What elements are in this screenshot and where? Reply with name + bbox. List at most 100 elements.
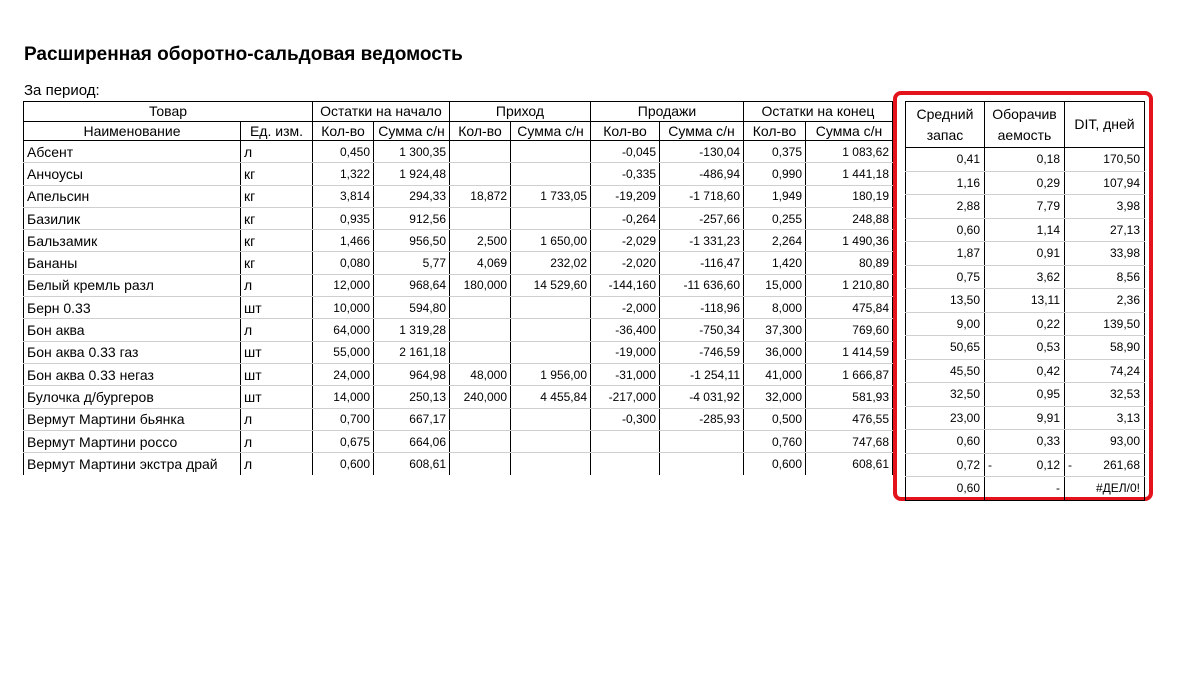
cell-unit: кг [240,162,313,186]
cell-value: 9,91 [1036,410,1060,425]
cell-sales-sum [659,452,744,475]
cell-sales-qty: -19,209 [590,185,660,208]
cell-income-sum [510,140,591,164]
cell-closing-qty: 2,264 [743,229,806,253]
metrics-row: 45,50 0,42 74,24 [905,359,1145,383]
table-row: Булочка д/бургеров шт 14,000 250,13 240,000 4… [23,385,893,409]
cell-value: 3,62 [1036,269,1060,284]
cell-closing-sum: 1 490,36 [805,229,893,253]
header-closing-sum: Сумма с/н [805,120,893,141]
cell-income-qty [449,162,511,186]
cell-income-sum: 1 956,00 [510,363,591,387]
cell-dit: #ДЕЛ/0! [1064,476,1145,501]
cell-value: 0,60 [956,222,980,237]
cell-dit: 27,13 [1064,218,1145,242]
metrics-row: 13,50 13,11 2,36 [905,288,1145,313]
cell-income-qty [449,452,511,475]
cell-turnover: - 0,12 [984,453,1065,477]
table-row: Вермут Мартини бьянка л 0,700 667,17 -0,300-… [23,408,893,431]
header-turnover-line2: аемость [997,126,1052,143]
cell-unit: л [240,452,313,475]
cell-opening-qty: 1,322 [312,162,374,186]
cell-dit: 107,94 [1064,171,1145,195]
cell-closing-sum: 581,93 [805,385,893,409]
cell-name: Бон аква 0.33 негаз [23,363,241,387]
metrics-row: 0,72-0,12-261,68 [905,453,1145,477]
cell-income-sum: 232,02 [510,251,591,275]
cell-sales-qty: -2,029 [590,229,660,253]
header-row-groups: Товар Остатки на начало Приход Продажи О… [23,101,893,122]
cell-opening-qty: 55,000 [312,341,374,364]
metrics-row: 23,00 9,91 3,13 [905,406,1145,430]
cell-unit: кг [240,251,313,275]
cell-value: 23,00 [949,410,980,425]
cell-name: Бон аква 0.33 газ [23,341,241,364]
cell-income-qty [449,296,511,320]
cell-turnover: 0,95 [984,382,1065,407]
cell-value: 0,18 [1036,152,1060,167]
cell-sales-sum: -118,96 [659,296,744,320]
header-opening-qty: Кол-во [312,120,374,141]
cell-closing-qty: 0,990 [743,162,806,186]
cell-turnover: 3,62 [984,265,1065,289]
cell-value: 8,56 [1116,269,1140,284]
cell-unit: шт [240,363,313,387]
cell-closing-qty: 41,000 [743,363,806,387]
metrics-row: 2,88 7,79 3,98 [905,194,1145,219]
header-opening-sum: Сумма с/н [373,120,450,141]
cell-sales-qty: -0,300 [590,408,660,431]
cell-closing-qty: 32,000 [743,385,806,409]
cell-avg-stock: 0,75 [905,265,985,289]
cell-avg-stock: 23,00 [905,406,985,430]
header-opening: Остатки на начало [312,101,450,122]
cell-value: 0,12 [1036,457,1060,472]
cell-sales-sum: -1 254,11 [659,363,744,387]
cell-opening-qty: 64,000 [312,318,374,342]
cell-opening-qty: 0,675 [312,430,374,454]
cell-value: - [1056,481,1060,496]
cell-opening-qty: 0,080 [312,251,374,275]
cell-closing-sum: 769,60 [805,318,893,342]
cell-unit: л [240,430,313,454]
cell-avg-stock: 0,60 [905,476,985,501]
cell-value: 9,00 [956,316,980,331]
cell-name: Белый кремль разл [23,274,241,298]
cell-turnover: 0,91 [984,241,1065,266]
header-closing-qty: Кол-во [743,120,806,141]
cell-turnover: 13,11 [984,288,1065,313]
cell-sales-sum: -750,34 [659,318,744,342]
cell-unit: шт [240,341,313,364]
cell-closing-qty: 36,000 [743,341,806,364]
cell-income-qty [449,207,511,231]
cell-closing-sum: 80,89 [805,251,893,275]
cell-income-sum [510,430,591,454]
cell-turnover: 0,33 [984,429,1065,454]
header-turnover-line1: Оборачив [992,105,1057,122]
cell-dit: 3,98 [1064,194,1145,219]
cell-value: 0,60 [956,434,980,449]
highlight-box: Средний запас Оборачив аемость DIT, дней… [893,91,1153,501]
cell-income-sum: 1 650,00 [510,229,591,253]
cell-income-qty: 4,069 [449,251,511,275]
cell-value: 0,33 [1036,434,1060,449]
cell-income-sum [510,318,591,342]
cell-turnover: - [984,476,1065,501]
cell-income-sum: 4 455,84 [510,385,591,409]
table-row: Белый кремль разл л 12,000 968,64 180,000 14 … [23,274,893,298]
cell-sales-qty: -0,045 [590,140,660,164]
table-row: Вермут Мартини россо л 0,675 664,06 0,760 747… [23,430,893,454]
leading-dash: - [1068,457,1072,472]
cell-opening-qty: 0,600 [312,452,374,475]
cell-income-sum: 1 733,05 [510,185,591,208]
cell-value: 1,16 [956,175,980,190]
cell-income-qty [449,341,511,364]
cell-value: 0,72 [956,457,980,472]
cell-opening-qty: 1,466 [312,229,374,253]
cell-dit: 33,98 [1064,241,1145,266]
table-row: Бон аква 0.33 газ шт 55,000 2 161,18 -19,000… [23,341,893,364]
cell-name: Анчоусы [23,162,241,186]
cell-closing-sum: 476,55 [805,408,893,431]
header-income-qty: Кол-во [449,120,511,141]
cell-dit: 170,50 [1064,147,1145,172]
cell-value: 170,50 [1103,152,1140,167]
